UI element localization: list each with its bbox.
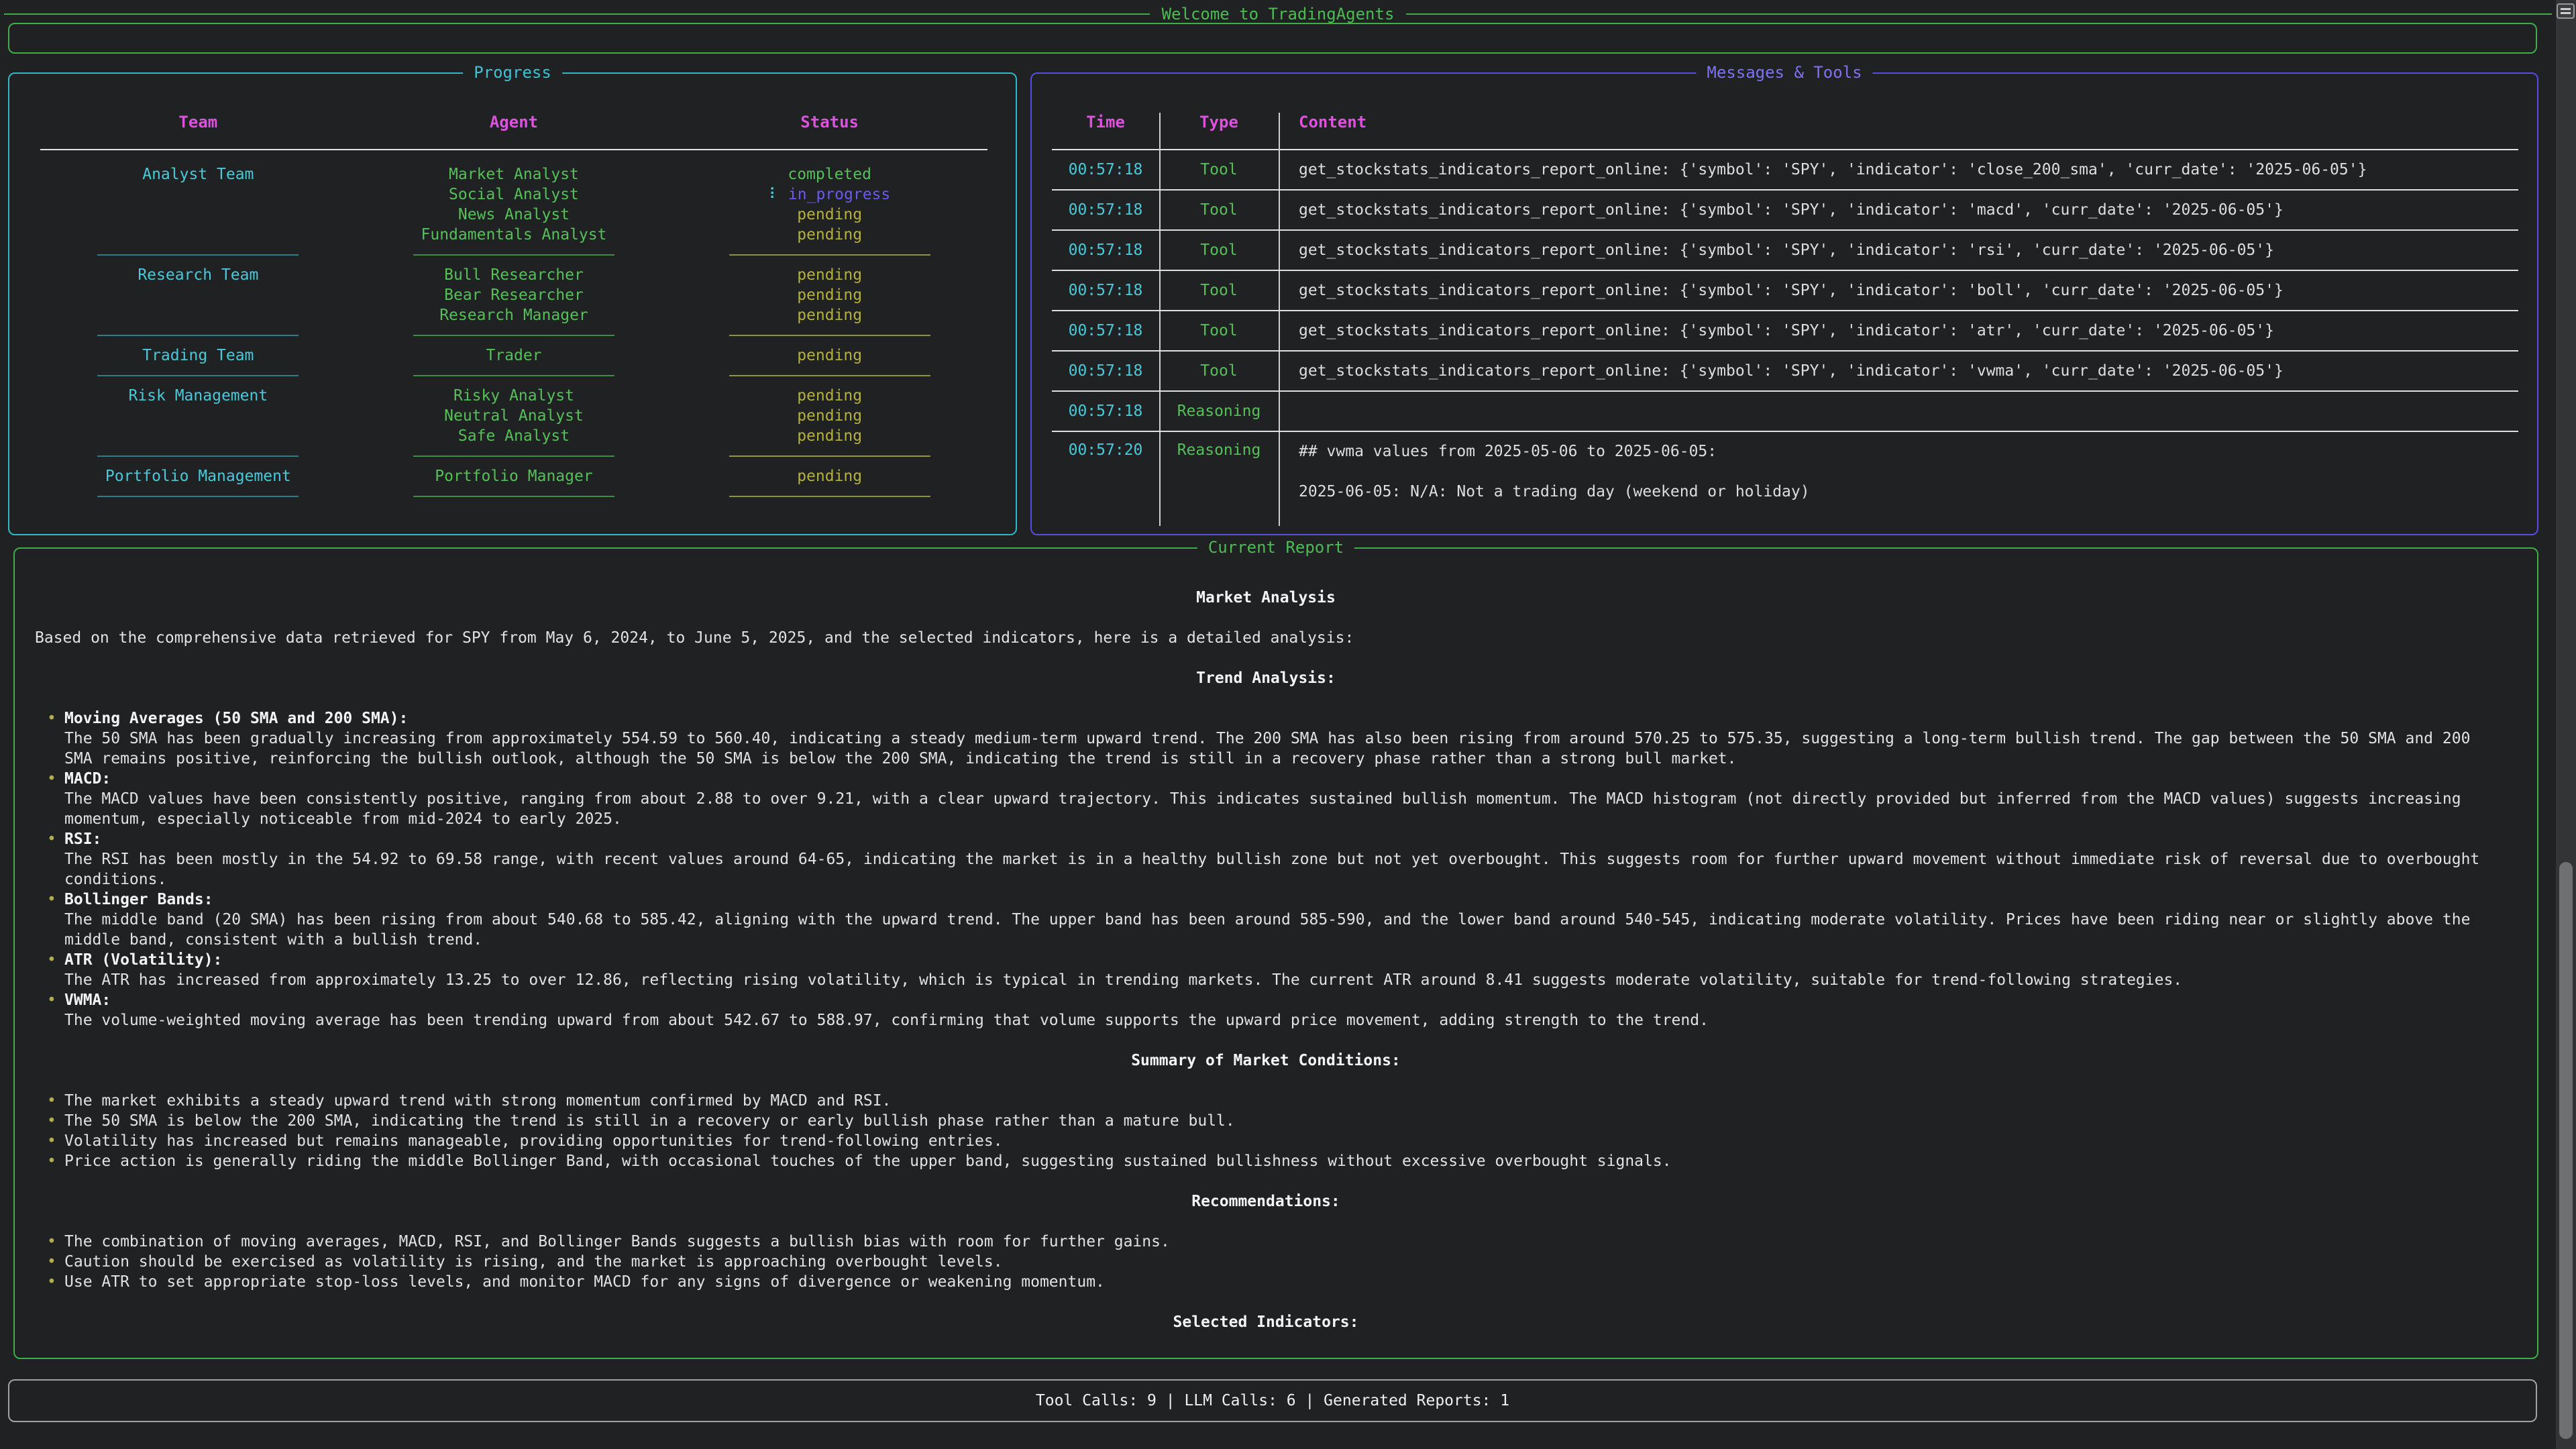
messages-col-content: Content (1279, 113, 2518, 131)
progress-col-team: Team (40, 113, 356, 131)
progress-row: Safe Analyst pending (40, 426, 987, 446)
scrollbar-track[interactable] (2556, 0, 2576, 1449)
progress-row: Social Analyst ⠇in_progress (40, 184, 987, 205)
message-row: 00:57:18 Tool get_stockstats_indicators_… (1052, 231, 2518, 271)
bullet-icon: • (47, 1232, 64, 1252)
status-badge: pending (672, 286, 987, 304)
status-badge: pending (672, 226, 987, 244)
progress-row: Risk Management Risky Analyst pending (40, 386, 987, 406)
rule-line-right (1406, 13, 2552, 15)
report-bullet: • Bollinger Bands:The middle band (20 SM… (47, 890, 2497, 950)
report-bullet: • RSI:The RSI has been mostly in the 54.… (47, 829, 2497, 890)
app-title: Welcome to TradingAgents (1162, 5, 1395, 23)
progress-row: Analyst Team Market Analyst completed (40, 164, 987, 184)
group-separator (40, 325, 987, 345)
message-row: 00:57:18 Tool get_stockstats_indicators_… (1052, 271, 2518, 311)
status-badge: pending (672, 387, 987, 405)
progress-panel: Progress Team Agent Status Analyst Team … (8, 72, 1017, 535)
rule-line-left (4, 13, 1150, 15)
stats-footer: Tool Calls: 9 | LLM Calls: 6 | Generated… (8, 1379, 2537, 1422)
report-panel-title: Current Report (1197, 538, 1354, 557)
progress-row: News Analyst pending (40, 205, 987, 225)
stats-text: Tool Calls: 9 | LLM Calls: 6 | Generated… (1036, 1392, 1509, 1409)
status-badge: pending (672, 427, 987, 445)
messages-table-header: Time Type Content (1052, 113, 2518, 131)
messages-panel: Messages & Tools Time Type Content 00:57… (1030, 72, 2538, 535)
status-badge: pending (672, 347, 987, 364)
spinner-icon: ⠇ (769, 186, 780, 203)
report-heading: Market Analysis (35, 588, 2497, 608)
report-bullet: • The market exhibits a steady upward tr… (47, 1091, 2497, 1111)
report-bullet: • The combination of moving averages, MA… (47, 1232, 2497, 1252)
message-row: 00:57:18 Reasoning (1052, 392, 2518, 432)
progress-col-status: Status (672, 113, 987, 131)
progress-row: Neutral Analyst pending (40, 406, 987, 426)
status-badge: pending (672, 266, 987, 284)
group-separator (40, 446, 987, 466)
section-heading: Summary of Market Conditions: (35, 1051, 2497, 1071)
status-badge: pending (672, 307, 987, 324)
report-bullet: • Caution should be exercised as volatil… (47, 1252, 2497, 1272)
status-badge: ⠇in_progress (672, 186, 987, 203)
bullet-icon: • (47, 1091, 64, 1111)
report-panel: Current Report Market Analysis Based on … (13, 547, 2538, 1359)
message-row: 00:57:18 Tool get_stockstats_indicators_… (1052, 311, 2518, 352)
section-heading: Trend Analysis: (35, 668, 2497, 688)
progress-row: Research Manager pending (40, 305, 987, 325)
report-intro: Based on the comprehensive data retrieve… (35, 628, 2497, 648)
section-heading: Selected Indicators: (35, 1312, 2497, 1332)
bullet-icon: • (47, 1131, 64, 1151)
welcome-panel (8, 23, 2537, 54)
welcome-rule: Welcome to TradingAgents (4, 4, 2552, 24)
bullet-icon: • (47, 1272, 64, 1292)
progress-col-agent: Agent (356, 113, 672, 131)
messages-col-type: Type (1159, 113, 1279, 131)
bullet-icon: • (47, 829, 64, 890)
group-separator (40, 486, 987, 506)
message-row: 00:57:18 Tool get_stockstats_indicators_… (1052, 352, 2518, 392)
status-badge: pending (672, 407, 987, 425)
status-badge: pending (672, 468, 987, 485)
progress-row: Bear Researcher pending (40, 285, 987, 305)
progress-row: Trading Team Trader pending (40, 345, 987, 366)
message-row: 00:57:18 Tool get_stockstats_indicators_… (1052, 150, 2518, 191)
bullet-icon: • (47, 1151, 64, 1171)
report-bullet: • Volatility has increased but remains m… (47, 1131, 2497, 1151)
report-bullet: • MACD:The MACD values have been consist… (47, 769, 2497, 829)
progress-table-header: Team Agent Status (40, 113, 987, 131)
bullet-icon: • (47, 990, 64, 1030)
messages-col-time: Time (1052, 113, 1159, 131)
status-badge: completed (672, 166, 987, 183)
group-separator (40, 366, 987, 386)
report-bullet: • Moving Averages (50 SMA and 200 SMA):T… (47, 708, 2497, 769)
report-bullet: • The 50 SMA is below the 200 SMA, indic… (47, 1111, 2497, 1131)
progress-row: Portfolio Management Portfolio Manager p… (40, 466, 987, 486)
report-bullet: • VWMA:The volume-weighted moving averag… (47, 990, 2497, 1030)
progress-row: Research Team Bull Researcher pending (40, 265, 987, 285)
section-heading: Recommendations: (35, 1191, 2497, 1212)
report-bullet: • Price action is generally riding the m… (47, 1151, 2497, 1171)
messages-table-rows: 00:57:18 Tool get_stockstats_indicators_… (1052, 150, 2518, 526)
status-badge: pending (672, 206, 987, 223)
progress-header-separator (40, 149, 987, 150)
group-separator (40, 245, 987, 265)
report-bullet: • ATR (Volatility):The ATR has increased… (47, 950, 2497, 990)
bullet-icon: • (47, 1252, 64, 1272)
report-bullet: • Use ATR to set appropriate stop-loss l… (47, 1272, 2497, 1292)
messages-panel-title: Messages & Tools (1696, 63, 1872, 82)
bullet-icon: • (47, 950, 64, 990)
scrollbar-menu-icon[interactable] (2557, 3, 2575, 19)
bullet-icon: • (47, 769, 64, 829)
report-content: Market Analysis Based on the comprehensi… (35, 588, 2497, 1332)
message-row: 00:57:20 Reasoning ## vwma values from 2… (1052, 432, 2518, 526)
bullet-icon: • (47, 708, 64, 769)
message-row: 00:57:18 Tool get_stockstats_indicators_… (1052, 191, 2518, 231)
progress-panel-title: Progress (463, 63, 562, 82)
progress-row: Fundamentals Analyst pending (40, 225, 987, 245)
progress-table-rows: Analyst Team Market Analyst completed So… (40, 164, 987, 506)
bullet-icon: • (47, 1111, 64, 1131)
bullet-icon: • (47, 890, 64, 950)
scrollbar-thumb[interactable] (2559, 862, 2573, 1439)
